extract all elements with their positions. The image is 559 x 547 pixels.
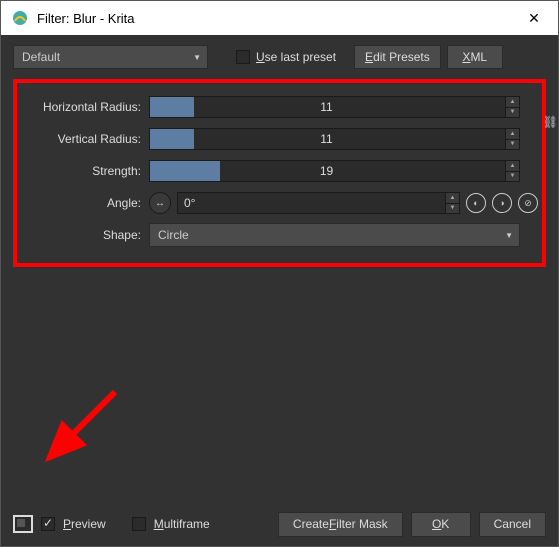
angle-value: 0° bbox=[184, 196, 195, 210]
preview-label[interactable]: Preview bbox=[63, 517, 106, 531]
shape-dropdown[interactable]: Circle bbox=[149, 223, 520, 247]
app-icon bbox=[11, 9, 29, 27]
angle-input[interactable]: 0° ▲▼ bbox=[177, 192, 460, 214]
preview-thumbnail-icon[interactable] bbox=[13, 515, 33, 533]
shape-label: Shape: bbox=[21, 228, 149, 242]
angle-flip-v-icon[interactable]: ◑ bbox=[492, 193, 512, 213]
strength-label: Strength: bbox=[21, 164, 149, 178]
angle-label: Angle: bbox=[21, 196, 149, 210]
preset-label: Default bbox=[22, 50, 60, 64]
vradius-value: 11 bbox=[150, 129, 503, 149]
create-filter-mask-button[interactable]: Create Filter Mask bbox=[278, 512, 403, 537]
shape-value: Circle bbox=[158, 228, 189, 242]
hradius-label: Horizontal Radius: bbox=[21, 100, 149, 114]
preset-dropdown[interactable]: Default bbox=[13, 45, 208, 69]
xml-button[interactable]: XML bbox=[447, 45, 503, 69]
preview-checkbox[interactable] bbox=[41, 517, 55, 531]
strength-value: 19 bbox=[150, 161, 503, 181]
annotation-arrow-icon bbox=[35, 382, 125, 472]
parameters-group: Horizontal Radius: 11 ▲▼ ⛓ Vertical Radi… bbox=[13, 79, 546, 267]
dialog-body bbox=[1, 271, 558, 502]
window-title: Filter: Blur - Krita bbox=[37, 11, 514, 26]
multiframe-checkbox[interactable] bbox=[132, 517, 146, 531]
multiframe-label[interactable]: Multiframe bbox=[154, 517, 210, 531]
angle-reset-icon[interactable]: ⊘ bbox=[518, 193, 538, 213]
hradius-slider[interactable]: 11 ▲▼ bbox=[149, 96, 520, 118]
vradius-label: Vertical Radius: bbox=[21, 132, 149, 146]
angle-flip-h-icon[interactable]: ◐ bbox=[466, 193, 486, 213]
preset-row: Default Use last preset Edit Presets XML bbox=[1, 35, 558, 75]
edit-presets-button[interactable]: Edit Presets bbox=[354, 45, 441, 69]
use-last-preset-label[interactable]: Use last preset bbox=[256, 50, 336, 64]
bottom-bar: Preview Multiframe Create Filter Mask OK… bbox=[1, 502, 558, 546]
hradius-value: 11 bbox=[150, 97, 503, 117]
filter-dialog: Filter: Blur - Krita ✕ Default Use last … bbox=[0, 0, 559, 547]
angle-spin[interactable]: ▲▼ bbox=[445, 193, 459, 213]
vradius-spin[interactable]: ▲▼ bbox=[505, 129, 519, 149]
strength-slider[interactable]: 19 ▲▼ bbox=[149, 160, 520, 182]
hradius-spin[interactable]: ▲▼ bbox=[505, 97, 519, 117]
strength-spin[interactable]: ▲▼ bbox=[505, 161, 519, 181]
ok-button[interactable]: OK bbox=[411, 512, 471, 537]
link-radii-icon[interactable]: ⛓ bbox=[543, 115, 558, 129]
use-last-preset-checkbox[interactable] bbox=[236, 50, 250, 64]
titlebar: Filter: Blur - Krita ✕ bbox=[1, 1, 558, 35]
cancel-button[interactable]: Cancel bbox=[479, 512, 546, 537]
angle-dial[interactable]: ↔ bbox=[149, 192, 171, 214]
vradius-slider[interactable]: 11 ▲▼ bbox=[149, 128, 520, 150]
close-button[interactable]: ✕ bbox=[514, 3, 554, 33]
